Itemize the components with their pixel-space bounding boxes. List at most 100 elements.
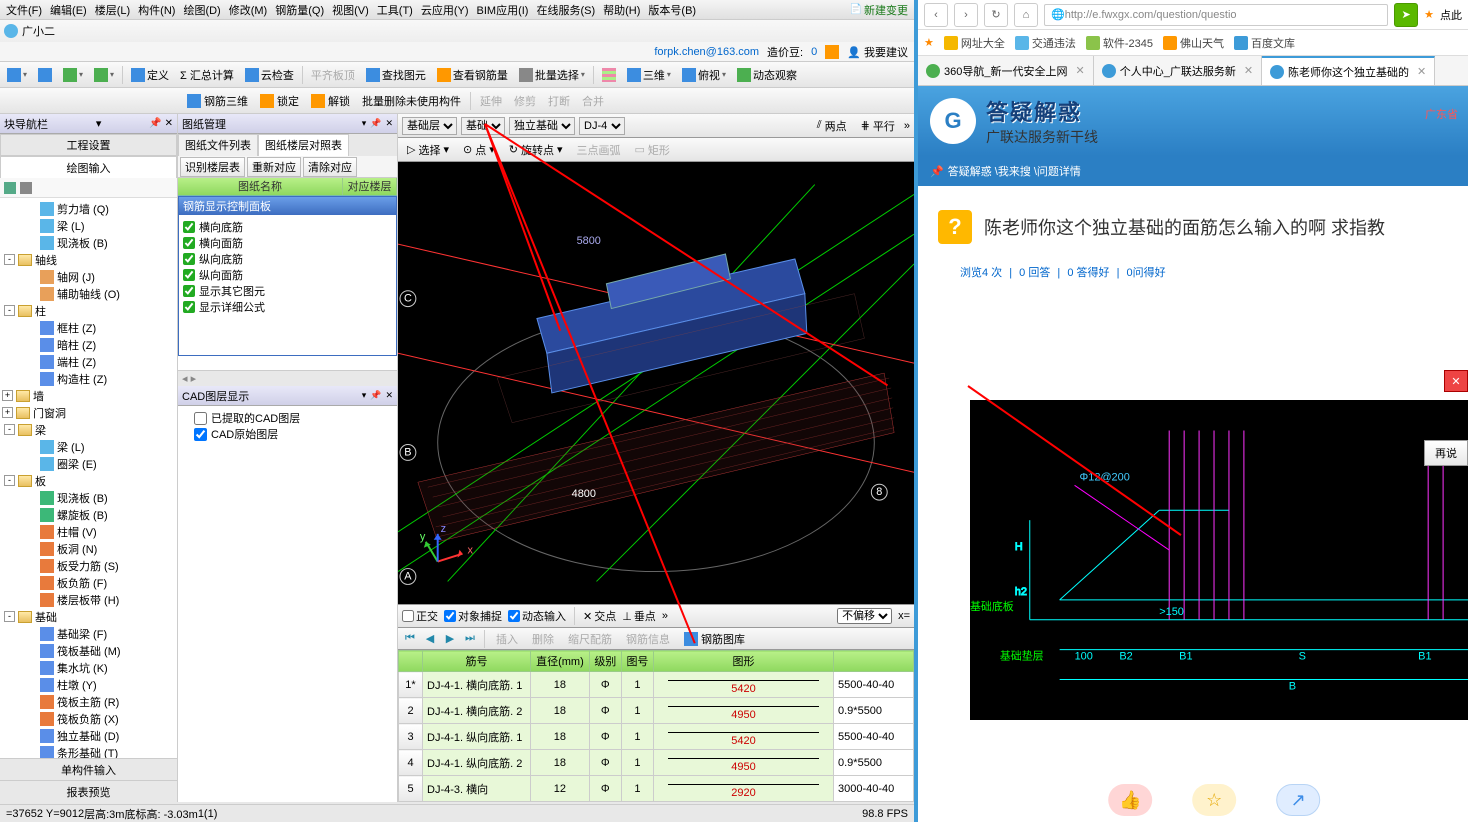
tab-file-list[interactable]: 图纸文件列表 xyxy=(178,134,258,156)
tree-item[interactable]: 筏板基础 (M) xyxy=(0,642,177,659)
menu-version[interactable]: 版本号(B) xyxy=(644,0,700,20)
tree-item[interactable]: 筏板负筋 (X) xyxy=(0,710,177,727)
tree-item[interactable]: -柱 xyxy=(0,302,177,319)
identify-floor-button[interactable]: 识别楼层表 xyxy=(180,157,245,177)
scale-rebar-button[interactable]: 缩尺配筋 xyxy=(563,629,617,649)
tree-item[interactable]: 集水坑 (K) xyxy=(0,659,177,676)
rebar-lib-button[interactable]: 钢筋图库 xyxy=(679,629,750,649)
open-dropdown[interactable] xyxy=(2,65,32,85)
back-button[interactable]: ‹ xyxy=(924,3,948,27)
offset-select[interactable]: 不偏移 xyxy=(837,608,892,624)
rebar-table[interactable]: 筋号 直径(mm) 级别 图号 图形 1*DJ-4-1. 横向底筋. 118Φ1… xyxy=(398,650,914,802)
tree-item[interactable]: -轴线 xyxy=(0,251,177,268)
tree-item[interactable]: 板洞 (N) xyxy=(0,540,177,557)
menu-edit[interactable]: 编辑(E) xyxy=(46,0,91,20)
more-icon[interactable]: » xyxy=(904,120,910,132)
favorite-button[interactable]: ☆ xyxy=(1192,784,1236,816)
redo-dropdown[interactable] xyxy=(89,65,119,85)
browser-tab[interactable]: 个人中心_广联达服务新✕ xyxy=(1094,56,1262,85)
suggest-link[interactable]: 👤 我要建议 xyxy=(847,44,908,60)
like-button[interactable]: 👍 xyxy=(1108,784,1152,816)
tree-item[interactable]: +门窗洞 xyxy=(0,404,177,421)
table-row[interactable]: 2DJ-4-1. 横向底筋. 218Φ149500.9*5500 xyxy=(399,698,914,724)
merge-button[interactable]: 合并 xyxy=(577,91,609,111)
parallel-button[interactable]: ⋕ 平行 xyxy=(856,116,900,136)
tree-item[interactable]: 圈梁 (E) xyxy=(0,455,177,472)
star-icon[interactable]: ★ xyxy=(1424,8,1434,21)
type-select[interactable]: 独立基础 xyxy=(509,117,575,135)
flat-top-button[interactable]: 平齐板顶 xyxy=(306,64,360,86)
rotate-tool[interactable]: ↻ 旋转点 ▾ xyxy=(504,140,568,160)
tree-item[interactable]: 柱帽 (V) xyxy=(0,523,177,540)
tab-floor-match[interactable]: 图纸楼层对照表 xyxy=(258,134,349,156)
cross-snap[interactable]: ✕ 交点 xyxy=(583,608,616,624)
rebar-check[interactable]: 纵向面筋 xyxy=(183,267,392,283)
dyn-input-check[interactable]: 动态输入 xyxy=(508,608,566,624)
component-tree[interactable]: 剪力墙 (Q)梁 (L)现浇板 (B)-轴线轴网 (J)辅助轴线 (O)-柱框柱… xyxy=(0,198,177,758)
cloud-check-button[interactable]: 云检查 xyxy=(240,64,299,86)
menu-rebar[interactable]: 钢筋量(Q) xyxy=(271,0,328,20)
perp-snap[interactable]: ⊥ 垂点 xyxy=(622,608,656,624)
break-button[interactable]: 打断 xyxy=(543,91,575,111)
tree-item[interactable]: -基础 xyxy=(0,608,177,625)
nav-dropdown-icon[interactable]: ▾ xyxy=(96,117,102,130)
go-button[interactable]: ➤ xyxy=(1394,3,1418,27)
tree-item[interactable]: 螺旋板 (B) xyxy=(0,506,177,523)
new-change-button[interactable]: 新建变更 xyxy=(846,0,912,20)
tree-item[interactable]: 辅助轴线 (O) xyxy=(0,285,177,302)
3d-viewport[interactable]: A B C 8 4800 5800 xyz xyxy=(398,162,914,604)
batch-delete-button[interactable]: 批量删除未使用构件 xyxy=(357,91,466,111)
insert-row-button[interactable]: 插入 xyxy=(491,629,523,649)
tree-item[interactable]: +墙 xyxy=(0,387,177,404)
tree-item[interactable]: 端柱 (Z) xyxy=(0,353,177,370)
extend-button[interactable]: 延伸 xyxy=(475,91,507,111)
panel-close-icon[interactable]: ✕ xyxy=(385,118,393,129)
panel-dropdown-icon[interactable]: ▾ xyxy=(362,118,367,129)
undo-dropdown[interactable] xyxy=(58,65,88,85)
view-rebar-button[interactable]: 查看钢筋量 xyxy=(432,64,513,86)
nav-tool-2[interactable] xyxy=(20,182,32,194)
prev-icon[interactable]: ◀ xyxy=(422,631,438,647)
batch-select-button[interactable]: 批量选择 xyxy=(514,64,590,86)
table-row[interactable]: 3DJ-4-1. 纵向底筋. 118Φ154205500-40-40 xyxy=(399,724,914,750)
table-row[interactable]: 1*DJ-4-1. 横向底筋. 118Φ154205500-40-40 xyxy=(399,672,914,698)
region-label[interactable]: 广东省 xyxy=(1425,106,1458,122)
tree-item[interactable]: 梁 (L) xyxy=(0,217,177,234)
tree-item[interactable]: 筏板主筋 (R) xyxy=(0,693,177,710)
tree-item[interactable]: 框柱 (Z) xyxy=(0,319,177,336)
scrollbar-stub[interactable] xyxy=(178,370,397,386)
popup-close-button[interactable]: ✕ xyxy=(1444,370,1468,392)
bookmark-item[interactable]: 软件-2345 xyxy=(1086,35,1153,51)
bookmark-item[interactable]: 百度文库 xyxy=(1234,35,1295,51)
pin-icon[interactable]: 📌 ✕ xyxy=(149,118,173,129)
cad-dropdown-icon[interactable]: ▾ xyxy=(362,390,367,401)
panel-pin-icon[interactable]: 📌 xyxy=(370,118,381,129)
home-button[interactable]: ⌂ xyxy=(1014,3,1038,27)
bookmark-item[interactable]: 交通违法 xyxy=(1015,35,1076,51)
url-bar[interactable]: 🌐 http://e.fwxgx.com/question/questio xyxy=(1044,4,1388,26)
select-tool[interactable]: ▷ 选择 ▾ xyxy=(402,140,454,160)
tree-item[interactable]: 楼层板带 (H) xyxy=(0,591,177,608)
osnap-check[interactable]: 对象捕捉 xyxy=(444,608,502,624)
define-button[interactable]: 定义 xyxy=(126,64,174,86)
first-icon[interactable]: ⏮ xyxy=(402,631,418,647)
layer-button[interactable] xyxy=(597,65,621,85)
popup-later-button[interactable]: 再说 xyxy=(1424,440,1468,466)
tree-item[interactable]: 板负筋 (F) xyxy=(0,574,177,591)
tree-item[interactable]: 现浇板 (B) xyxy=(0,489,177,506)
browser-tab[interactable]: 360导航_新一代安全上网✕ xyxy=(918,56,1094,85)
tree-item[interactable]: 梁 (L) xyxy=(0,438,177,455)
play-icon[interactable]: ▶ xyxy=(442,631,458,647)
three-d-button[interactable]: 三维 xyxy=(622,64,676,86)
rebar-3d-button[interactable]: 钢筋三维 xyxy=(182,91,253,111)
two-point-button[interactable]: ⫽ 两点 xyxy=(812,116,852,136)
bookmark-item[interactable]: 网址大全 xyxy=(944,35,1005,51)
forward-button[interactable]: › xyxy=(954,3,978,27)
bookmark-item[interactable]: 佛山天气 xyxy=(1163,35,1224,51)
sum-button[interactable]: Σ 汇总计算 xyxy=(175,64,239,86)
rematch-button[interactable]: 重新对应 xyxy=(247,157,301,177)
category-select[interactable]: 基础 xyxy=(461,117,505,135)
menu-cloud[interactable]: 云应用(Y) xyxy=(417,0,473,20)
rebar-info-button[interactable]: 钢筋信息 xyxy=(621,629,675,649)
dynamic-view-button[interactable]: 动态观察 xyxy=(732,64,802,86)
